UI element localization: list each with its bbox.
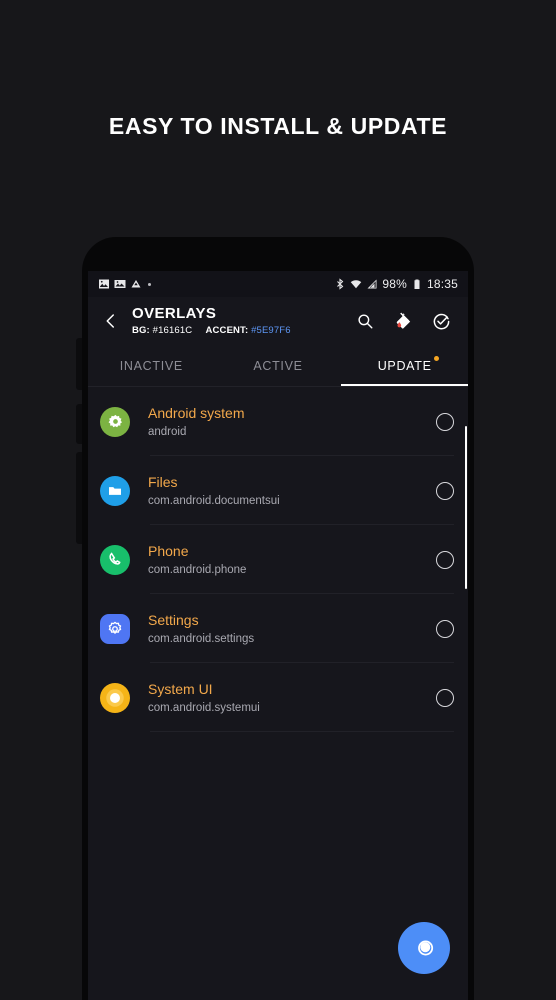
signal-icon [367, 279, 377, 289]
row-text-block: Files com.android.documentsui [148, 473, 436, 509]
tab-inactive-label: INACTIVE [119, 359, 183, 373]
drive-icon [131, 280, 141, 288]
battery-icon [414, 279, 420, 289]
apply-overlays-fab[interactable] [398, 922, 450, 974]
glow-circle-glyph-icon [106, 688, 124, 707]
status-bar-clock: 18:35 [426, 277, 458, 291]
select-radio[interactable] [436, 688, 454, 707]
page-title: OVERLAYS [132, 305, 217, 322]
bg-label: BG: [132, 325, 150, 336]
tab-active-label: ACTIVE [253, 359, 303, 373]
toolbar-subtitle: BG: #16161C ACCENT: #5E97F6 [132, 324, 352, 337]
search-button[interactable] [352, 308, 378, 334]
apply-overlays-icon [418, 940, 434, 956]
accent-label: ACCENT: [205, 325, 249, 336]
tab-inactive[interactable]: INACTIVE [88, 347, 215, 386]
toolbar-actions [352, 308, 458, 334]
app-name: Files [148, 473, 178, 490]
row-text-block: Phone com.android.phone [148, 542, 436, 578]
promo-screenshot: EASY TO INSTALL & UPDATE 98% 18:35 OVERL… [0, 0, 556, 1000]
gear-outline-glyph-icon [108, 621, 122, 634]
battery-percent: 98% [382, 277, 407, 291]
bluetooth-icon [337, 278, 344, 290]
overlay-list: Android system android Files com.android… [88, 387, 468, 732]
dot-icon [148, 282, 151, 286]
package-name: com.android.systemui [148, 701, 260, 714]
table-row[interactable]: System UI com.android.systemui [88, 663, 468, 732]
tab-update-label: UPDATE [377, 359, 432, 373]
row-text-block: Android system android [148, 404, 436, 440]
app-name: System UI [148, 680, 213, 697]
handset-glyph-icon [108, 552, 121, 565]
settings-gear-icon [100, 613, 130, 644]
phone-screen: 98% 18:35 OVERLAYS BG: #16161C ACCENT: #… [88, 271, 468, 1000]
select-radio[interactable] [436, 412, 454, 431]
app-toolbar: OVERLAYS BG: #16161C ACCENT: #5E97F6 [88, 297, 468, 347]
back-arrow-icon [106, 314, 114, 328]
table-row[interactable]: Files com.android.documentsui [88, 456, 468, 525]
paint-bucket-icon [396, 312, 411, 329]
row-text-block: Settings com.android.settings [148, 611, 436, 647]
row-divider [150, 731, 454, 732]
row-text-block: System UI com.android.systemui [148, 680, 436, 716]
tab-active[interactable]: ACTIVE [215, 347, 342, 386]
status-bar: 98% 18:35 [88, 271, 468, 297]
select-radio[interactable] [436, 619, 454, 638]
refresh-check-icon [433, 313, 449, 329]
list-scrollbar[interactable] [464, 426, 467, 589]
image-icon [99, 279, 109, 289]
app-name: Android system [148, 404, 245, 421]
bg-value: #16161C [152, 325, 193, 336]
package-name: com.android.phone [148, 563, 247, 576]
system-ui-circle-icon [100, 682, 130, 713]
toolbar-title-block: OVERLAYS BG: #16161C ACCENT: #5E97F6 [132, 305, 352, 337]
package-name: android [148, 425, 187, 438]
screenshot-icon [114, 280, 126, 288]
theme-color-button[interactable] [390, 308, 416, 334]
folder-glyph-icon [109, 486, 121, 495]
update-all-button[interactable] [428, 308, 454, 334]
package-name: com.android.settings [148, 632, 255, 645]
update-badge-dot [433, 356, 439, 361]
phone-handset-icon [100, 544, 130, 575]
files-folder-icon [100, 475, 130, 506]
search-icon [358, 314, 373, 329]
tab-update[interactable]: UPDATE [341, 347, 468, 386]
wifi-icon [351, 280, 362, 289]
android-system-gear-icon [100, 406, 130, 437]
table-row[interactable]: Phone com.android.phone [88, 525, 468, 594]
status-bar-notifications [98, 278, 151, 290]
app-name: Settings [148, 611, 199, 628]
package-name: com.android.documentsui [148, 494, 280, 507]
phone-frame: 98% 18:35 OVERLAYS BG: #16161C ACCENT: #… [82, 237, 474, 1000]
promo-headline: EASY TO INSTALL & UPDATE [108, 113, 448, 139]
app-name: Phone [148, 542, 189, 559]
gear-glyph-icon [108, 414, 122, 428]
tab-bar: INACTIVE ACTIVE UPDATE [88, 347, 468, 386]
tab-selected-underline [341, 384, 468, 386]
accent-value: #5E97F6 [251, 325, 291, 336]
back-button[interactable] [96, 306, 126, 336]
table-row[interactable]: Settings com.android.settings [88, 594, 468, 663]
table-row[interactable]: Android system android [88, 387, 468, 456]
status-bar-system: 98% 18:35 [334, 277, 458, 291]
select-radio[interactable] [436, 481, 454, 500]
select-radio[interactable] [436, 550, 454, 569]
